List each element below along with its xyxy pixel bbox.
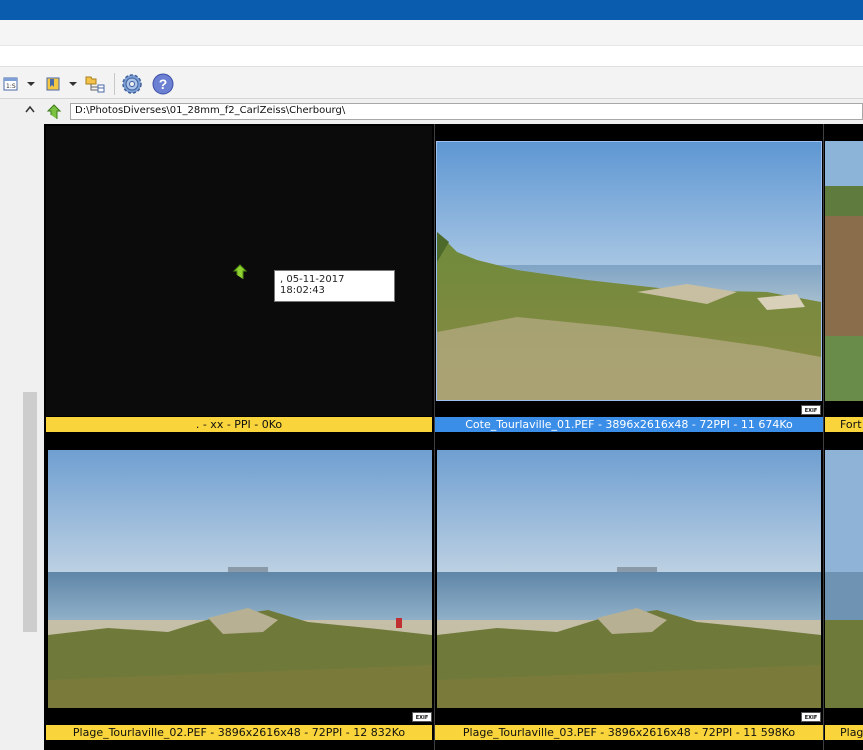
thumbnail-caption-selected[interactable]: Cote_Tourlaville_01.PEF - 3896x2616x48 -… bbox=[435, 417, 823, 432]
thumbnail-image-plage-partial[interactable] bbox=[825, 450, 863, 708]
svg-text:1:S: 1:S bbox=[6, 83, 16, 90]
exif-badge: EXIF bbox=[801, 712, 821, 722]
exif-badge: EXIF bbox=[412, 712, 432, 722]
folder-path-input[interactable]: D:\PhotosDiverses\01_28mm_f2_CarlZeiss\C… bbox=[70, 103, 863, 120]
toolbar-separator bbox=[114, 73, 115, 95]
grid-divider bbox=[823, 124, 824, 750]
window-title-bar bbox=[0, 0, 863, 20]
parent-folder-icon bbox=[232, 264, 248, 283]
menu-bar bbox=[0, 20, 863, 46]
grid-divider bbox=[434, 124, 435, 750]
thumbnail-grid: . - xx - PPI - 0Ko EXIF Cote_Tourlaville… bbox=[44, 124, 863, 750]
toolbar: 1:S ? bbox=[0, 66, 863, 99]
thumbnail-caption[interactable]: . - xx - PPI - 0Ko bbox=[46, 417, 432, 432]
thumbnail-image-cote-tourlaville-01[interactable] bbox=[436, 141, 822, 401]
bookmark-icon[interactable] bbox=[44, 73, 62, 95]
thumbnail-caption[interactable]: Fort bbox=[825, 417, 863, 432]
vertical-scrollbar-thumb[interactable] bbox=[23, 392, 37, 632]
ribbon-area bbox=[0, 46, 863, 66]
help-glyph: ? bbox=[158, 76, 168, 92]
thumbnail-caption[interactable]: Plage_Tourlaville_02.PEF - 3896x2616x48 … bbox=[46, 725, 432, 740]
thumbnail-image-plage-tourlaville-02[interactable] bbox=[48, 450, 432, 708]
go-up-folder-icon[interactable] bbox=[45, 103, 63, 121]
bookmark-dropdown-button[interactable] bbox=[68, 73, 78, 95]
thumbnail-caption[interactable]: Plage_Tourlaville_03.PEF - 3896x2616x48 … bbox=[435, 725, 823, 740]
help-icon[interactable]: ? bbox=[151, 73, 175, 95]
thumbnail-caption[interactable]: Plag bbox=[825, 725, 863, 740]
thumbnail-tooltip: , 05-11-2017 18:02:43 bbox=[274, 270, 395, 302]
settings-gear-icon[interactable] bbox=[120, 73, 144, 95]
slideshow-dropdown-button[interactable] bbox=[26, 73, 36, 95]
thumbnail-image-plage-tourlaville-03[interactable] bbox=[437, 450, 821, 708]
thumbnail-image-fort[interactable] bbox=[825, 141, 863, 401]
scroll-up-arrow-icon[interactable] bbox=[22, 102, 38, 116]
slideshow-icon[interactable]: 1:S bbox=[2, 73, 20, 95]
exif-badge: EXIF bbox=[801, 405, 821, 415]
folder-tree-icon[interactable] bbox=[84, 73, 108, 95]
